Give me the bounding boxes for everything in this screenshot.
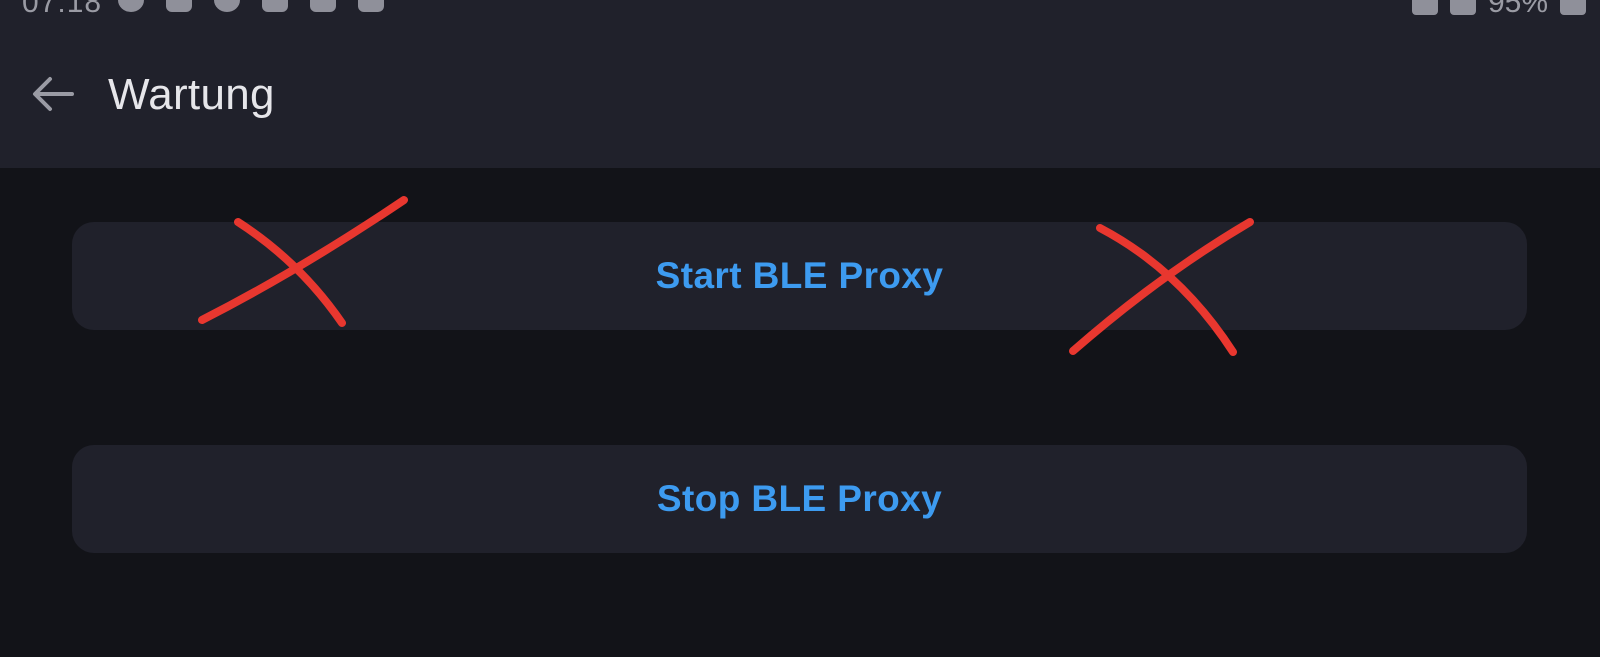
notification-icon: [166, 0, 192, 12]
stop-ble-proxy-button[interactable]: Stop BLE Proxy: [72, 445, 1527, 553]
notification-icon: [358, 0, 384, 12]
start-ble-proxy-label: Start BLE Proxy: [655, 255, 944, 296]
status-time: 07:18: [22, 0, 103, 18]
signal-icon: [1449, 0, 1476, 15]
page-title: Wartung: [108, 70, 275, 119]
notification-icon: [118, 0, 144, 12]
battery-level: 95%: [1487, 0, 1548, 18]
status-right: 95%: [1411, 0, 1586, 18]
status-bar: 07:18 95%: [0, 0, 1600, 18]
notification-icon: [310, 0, 336, 12]
notification-icon: [262, 0, 288, 12]
mute-icon: [1411, 0, 1438, 15]
screen: 07:18 95% Wartung Start BLE Proxy Stop B…: [0, 0, 1600, 657]
stop-ble-proxy-label: Stop BLE Proxy: [656, 478, 943, 519]
notification-icons: [118, 0, 384, 12]
app-bar: Wartung: [0, 18, 1600, 168]
battery-icon: [1560, 0, 1586, 15]
start-ble-proxy-button[interactable]: Start BLE Proxy: [72, 222, 1527, 330]
notification-icon: [214, 0, 240, 12]
back-arrow-icon[interactable]: [28, 74, 78, 114]
